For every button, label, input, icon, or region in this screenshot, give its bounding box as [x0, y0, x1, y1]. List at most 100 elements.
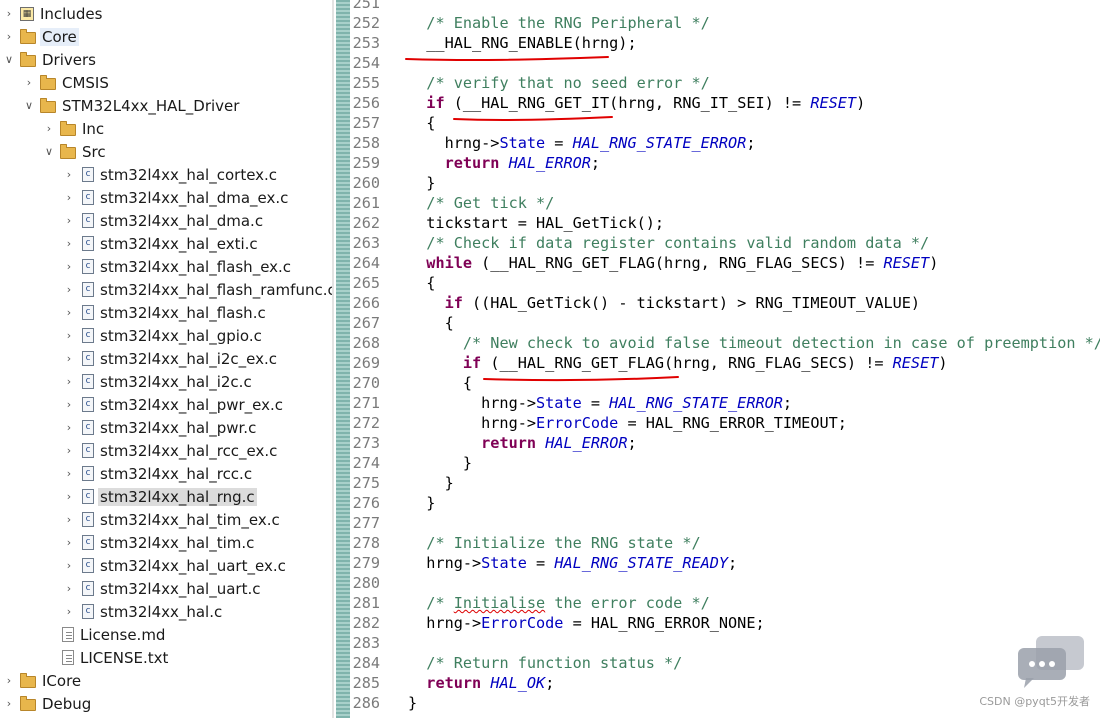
code-line[interactable]: 264 while (__HAL_RNG_GET_FLAG(hrng, RNG_…	[350, 253, 939, 273]
code-line[interactable]: 271 hrng->State = HAL_RNG_STATE_ERROR;	[350, 393, 793, 413]
code-line[interactable]: 286}	[350, 693, 418, 713]
tree-item[interactable]: › c stm32l4xx_hal_flash_ex.c	[62, 255, 293, 278]
code-line[interactable]: 273 return HAL_ERROR;	[350, 433, 637, 453]
chevron-right-icon[interactable]: ›	[2, 30, 16, 43]
code-line[interactable]: 267 {	[350, 313, 454, 333]
code-line[interactable]: 279 hrng->State = HAL_RNG_STATE_READY;	[350, 553, 738, 573]
tree-item[interactable]: › c stm32l4xx_hal_uart_ex.c	[62, 554, 288, 577]
code-line[interactable]: 252 /* Enable the RNG Peripheral */	[350, 13, 710, 33]
tree-item[interactable]: › c stm32l4xx_hal_tim_ex.c	[62, 508, 282, 531]
code-line[interactable]: 251	[350, 0, 380, 13]
tree-item[interactable]: › c stm32l4xx_hal.c	[62, 600, 224, 623]
chevron-right-icon[interactable]: ›	[62, 214, 76, 227]
code-line[interactable]: 259 return HAL_ERROR;	[350, 153, 601, 173]
code-line[interactable]: 262 tickstart = HAL_GetTick();	[350, 213, 664, 233]
code-line[interactable]: 255 /* verify that no seed error */	[350, 73, 710, 93]
tree-item[interactable]: › c stm32l4xx_hal_exti.c	[62, 232, 260, 255]
tree-item[interactable]: › c stm32l4xx_hal_cortex.c	[62, 163, 279, 186]
chevron-right-icon[interactable]: ›	[62, 605, 76, 618]
tree-item[interactable]: › c stm32l4xx_hal_dma.c	[62, 209, 265, 232]
code-line[interactable]: 270 {	[350, 373, 472, 393]
tree-item[interactable]: › c stm32l4xx_hal_pwr_ex.c	[62, 393, 285, 416]
tree-item[interactable]: › Core	[2, 25, 79, 48]
chevron-right-icon[interactable]: ›	[2, 674, 16, 687]
tree-item[interactable]: › Inc	[42, 117, 106, 140]
code-line[interactable]: 276 }	[350, 493, 436, 513]
chevron-right-icon[interactable]: ›	[62, 306, 76, 319]
tree-item[interactable]: › c stm32l4xx_hal_tim.c	[62, 531, 256, 554]
tree-item[interactable]: › CMSIS	[22, 71, 111, 94]
chevron-right-icon[interactable]: ›	[62, 283, 76, 296]
chevron-down-icon[interactable]: ∨	[2, 53, 16, 66]
chevron-right-icon[interactable]: ›	[42, 122, 56, 135]
tree-item[interactable]: › c stm32l4xx_hal_rcc_ex.c	[62, 439, 279, 462]
chevron-right-icon[interactable]: ›	[62, 582, 76, 595]
chevron-right-icon[interactable]: ›	[62, 191, 76, 204]
code-token: tickstart = HAL_GetTick();	[408, 214, 665, 232]
chevron-down-icon[interactable]: ∨	[22, 99, 36, 112]
code-line[interactable]: 257 {	[350, 113, 436, 133]
chevron-right-icon[interactable]: ›	[62, 444, 76, 457]
chevron-right-icon[interactable]: ›	[62, 375, 76, 388]
code-line[interactable]: 260 }	[350, 173, 436, 193]
chevron-down-icon[interactable]: ∨	[42, 145, 56, 158]
code-line[interactable]: 282 hrng->ErrorCode = HAL_RNG_ERROR_NONE…	[350, 613, 765, 633]
code-line[interactable]: 266 if ((HAL_GetTick() - tickstart) > RN…	[350, 293, 921, 313]
tree-item[interactable]: › Debug	[2, 692, 93, 715]
tree-item[interactable]: ›LICENSE.txt	[42, 646, 170, 669]
tree-item[interactable]: › c stm32l4xx_hal_uart.c	[62, 577, 263, 600]
code-line[interactable]: 263 /* Check if data register contains v…	[350, 233, 930, 253]
tree-item[interactable]: ∨ Drivers	[2, 48, 98, 71]
code-line[interactable]: 269 if (__HAL_RNG_GET_FLAG(hrng, RNG_FLA…	[350, 353, 948, 373]
chevron-right-icon[interactable]: ›	[62, 398, 76, 411]
tree-item[interactable]: ›License.md	[42, 623, 167, 646]
chevron-right-icon[interactable]: ›	[62, 260, 76, 273]
chevron-right-icon[interactable]: ›	[62, 536, 76, 549]
tree-item[interactable]: › c stm32l4xx_hal_i2c_ex.c	[62, 347, 279, 370]
chevron-right-icon[interactable]: ›	[62, 421, 76, 434]
chevron-right-icon[interactable]: ›	[62, 490, 76, 503]
chevron-right-icon[interactable]: ›	[62, 352, 76, 365]
code-editor[interactable]: 251 252 /* Enable the RNG Peripheral */25…	[350, 0, 1100, 718]
code-line[interactable]: 253 __HAL_RNG_ENABLE(hrng);	[350, 33, 637, 53]
code-line[interactable]: 258 hrng->State = HAL_RNG_STATE_ERROR;	[350, 133, 756, 153]
chevron-right-icon[interactable]: ›	[62, 329, 76, 342]
code-line[interactable]: 274 }	[350, 453, 472, 473]
code-line[interactable]: 254	[350, 53, 380, 73]
code-line[interactable]: 268 /* New check to avoid false timeout …	[350, 333, 1100, 353]
code-line[interactable]: 285 return HAL_OK;	[350, 673, 555, 693]
code-line[interactable]: 278 /* Initialize the RNG state */	[350, 533, 701, 553]
tree-item[interactable]: › c stm32l4xx_hal_rcc.c	[62, 462, 254, 485]
tree-item[interactable]: › c stm32l4xx_hal_i2c.c	[62, 370, 254, 393]
tree-item[interactable]: › c stm32l4xx_hal_gpio.c	[62, 324, 264, 347]
tree-item[interactable]: ∨ Src	[42, 140, 108, 163]
chevron-right-icon[interactable]: ›	[2, 697, 16, 710]
code-line[interactable]: 261 /* Get tick */	[350, 193, 555, 213]
chevron-right-icon[interactable]: ›	[22, 76, 36, 89]
tree-item[interactable]: › ICore	[2, 669, 83, 692]
tree-item[interactable]: › c stm32l4xx_hal_flash_ramfunc.c	[62, 278, 332, 301]
tree-item[interactable]: › c stm32l4xx_hal_rng.c	[62, 485, 257, 508]
tree-item[interactable]: › ▦ Includes	[2, 2, 104, 25]
code-line[interactable]: 265 {	[350, 273, 436, 293]
code-line[interactable]: 284 /* Return function status */	[350, 653, 683, 673]
tree-item[interactable]: ∨ STM32L4xx_HAL_Driver	[22, 94, 241, 117]
tree-item[interactable]: › c stm32l4xx_hal_pwr.c	[62, 416, 258, 439]
chevron-right-icon[interactable]: ›	[2, 7, 16, 20]
code-line[interactable]: 275 }	[350, 473, 454, 493]
panel-divider[interactable]	[332, 0, 334, 718]
code-line[interactable]: 283	[350, 633, 380, 653]
code-line[interactable]: 281 /* Initialise the error code */	[350, 593, 710, 613]
chevron-right-icon[interactable]: ›	[62, 513, 76, 526]
chevron-right-icon[interactable]: ›	[62, 559, 76, 572]
code-line[interactable]: 280	[350, 573, 380, 593]
tree-item[interactable]: › c stm32l4xx_hal_dma_ex.c	[62, 186, 290, 209]
chevron-right-icon[interactable]: ›	[62, 237, 76, 250]
chevron-right-icon[interactable]: ›	[62, 168, 76, 181]
tree-item[interactable]: › c stm32l4xx_hal_flash.c	[62, 301, 268, 324]
code-line[interactable]: 256 if (__HAL_RNG_GET_IT(hrng, RNG_IT_SE…	[350, 93, 866, 113]
code-token: RESET	[810, 94, 857, 112]
chevron-right-icon[interactable]: ›	[62, 467, 76, 480]
code-line[interactable]: 272 hrng->ErrorCode = HAL_RNG_ERROR_TIME…	[350, 413, 847, 433]
code-line[interactable]: 277	[350, 513, 380, 533]
